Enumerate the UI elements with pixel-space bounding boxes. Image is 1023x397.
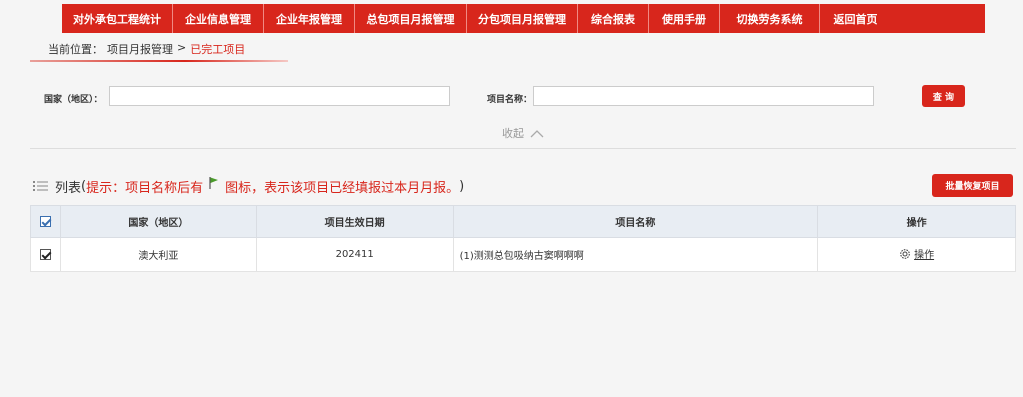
nav-item-annual-report[interactable]: 企业年报管理 <box>264 4 355 33</box>
breadcrumb: 当前位置： 项目月报管理 > 已完工项目 <box>48 41 245 57</box>
header-project-name: 项目名称 <box>452 205 819 238</box>
list-hint-close: ) <box>459 178 465 194</box>
breadcrumb-current: 已完工项目 <box>190 43 246 56</box>
list-hint-text-2: 图标，表示该项目已经填报过本月月报。 <box>225 180 460 196</box>
list-hint-text: 提示：项目名称后有 <box>86 180 204 196</box>
nav-item-manual[interactable]: 使用手册 <box>649 4 720 33</box>
country-input[interactable] <box>109 86 450 106</box>
nav-item-home[interactable]: 返回首页 <box>820 4 891 33</box>
row-checkbox[interactable] <box>39 248 51 260</box>
nav-item-general-contract-monthly[interactable]: 总包项目月报管理 <box>355 4 467 33</box>
row-select-cell <box>30 237 61 272</box>
cell-date: 202411 <box>255 237 454 272</box>
nav-item-subcontract-monthly[interactable]: 分包项目月报管理 <box>467 4 578 33</box>
header-country: 国家（地区） <box>59 205 257 238</box>
batch-restore-button[interactable]: 批量恢复项目 <box>932 174 1013 197</box>
section-divider <box>30 148 1016 149</box>
flag-icon <box>209 177 219 189</box>
table-row: 澳大利亚 202411 (1)测测总包吸纳古窦啊啊啊 操作 <box>30 237 1016 272</box>
header-action: 操作 <box>817 205 1016 238</box>
cell-project-name: (1)测测总包吸纳古窦啊啊啊 <box>452 237 819 272</box>
table-header-row: 国家（地区） 项目生效日期 项目名称 操作 <box>30 205 1016 238</box>
project-name-label: 项目名称： <box>487 95 533 105</box>
project-name-input[interactable] <box>533 86 874 106</box>
breadcrumb-prefix: 当前位置： <box>48 43 103 56</box>
select-all-checkbox[interactable] <box>39 215 51 227</box>
select-all-header <box>30 205 61 238</box>
cell-action: 操作 <box>817 237 1016 272</box>
operate-link-label: 操作 <box>914 250 935 262</box>
query-button[interactable]: 查 询 <box>922 85 965 107</box>
operate-link[interactable]: 操作 <box>899 246 934 261</box>
collapse-toggle[interactable]: 收起 <box>502 125 544 141</box>
breadcrumb-underline <box>30 60 288 62</box>
country-label: 国家（地区）： <box>44 95 103 105</box>
chevron-up-icon <box>530 129 544 137</box>
nav-item-switch-labor[interactable]: 切换劳务系统 <box>720 4 820 33</box>
collapse-label: 收起 <box>502 127 524 140</box>
breadcrumb-separator: > <box>177 41 187 54</box>
nav-item-company-info[interactable]: 企业信息管理 <box>173 4 264 33</box>
nav-item-overseas-stats[interactable]: 对外承包工程统计 <box>62 4 173 33</box>
header-effective-date: 项目生效日期 <box>255 205 454 238</box>
top-nav: 对外承包工程统计 企业信息管理 企业年报管理 总包项目月报管理 分包项目月报管理… <box>62 4 985 33</box>
nav-item-reports[interactable]: 综合报表 <box>578 4 649 33</box>
list-icon <box>33 181 48 191</box>
projects-table: 国家（地区） 项目生效日期 项目名称 操作 澳大利亚 202411 (1)测测总… <box>30 205 1016 272</box>
cell-country: 澳大利亚 <box>59 237 257 272</box>
list-title: 列表 ( 提示：项目名称后有 图标，表示该项目已经填报过本月月报。 ) <box>33 176 464 196</box>
gear-icon <box>900 248 910 259</box>
breadcrumb-parent[interactable]: 项目月报管理 <box>107 41 173 57</box>
list-title-text: 列表 <box>55 180 82 196</box>
